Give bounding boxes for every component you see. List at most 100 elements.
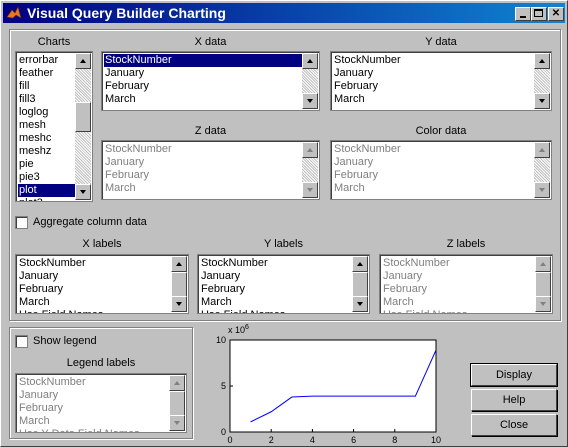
z-data-item[interactable]: January <box>104 156 302 169</box>
x-data-item[interactable]: February <box>104 80 302 93</box>
x-labels-listbox[interactable]: StockNumberJanuaryFebruaryMarchUse Field… <box>15 254 189 314</box>
y-labels-item[interactable]: March <box>200 296 352 309</box>
chart-type-item[interactable]: meshc <box>18 132 75 145</box>
chart-type-item[interactable]: mesh <box>18 119 75 132</box>
chart-type-item[interactable]: plot3 <box>18 197 75 201</box>
color-data-label: Color data <box>415 125 467 137</box>
x-data-scrollbar[interactable] <box>302 53 318 109</box>
y-labels-listbox[interactable]: StockNumberJanuaryFebruaryMarchUse Field… <box>197 254 370 314</box>
y-labels-item[interactable]: February <box>200 283 352 296</box>
preview-chart: 0510 0 2 4 6 8 10 x 106 <box>216 324 441 443</box>
color-data-item[interactable]: February <box>333 169 534 182</box>
y-data-listbox[interactable]: StockNumber January February March <box>330 51 552 111</box>
charts-scrollbar[interactable] <box>75 53 91 200</box>
z-labels-item[interactable]: January <box>382 270 535 283</box>
scroll-up-button[interactable] <box>75 53 91 69</box>
z-labels-item[interactable]: Use Field Names <box>382 309 535 313</box>
maximize-button[interactable] <box>531 7 547 21</box>
plot-area <box>229 339 437 433</box>
z-data-item[interactable]: February <box>104 169 302 182</box>
y-data-item[interactable]: February <box>333 80 534 93</box>
chart-type-item[interactable]: loglog <box>18 106 75 119</box>
scroll-down-button <box>534 182 550 198</box>
legend-labels-item[interactable]: Use Y Data Field Names <box>18 428 169 432</box>
show-legend-label: Show legend <box>33 335 97 347</box>
scroll-up-button <box>302 142 318 158</box>
x-data-item[interactable]: January <box>104 67 302 80</box>
z-data-item[interactable]: StockNumber <box>104 143 302 156</box>
chart-type-item[interactable]: meshz <box>18 145 75 158</box>
chart-type-item[interactable]: fill3 <box>18 93 75 106</box>
scroll-up-button[interactable] <box>352 256 368 272</box>
legend-labels-item[interactable]: StockNumber <box>18 376 169 389</box>
arrow-down-icon <box>307 99 313 103</box>
chart-type-item[interactable]: plot <box>18 184 75 197</box>
chart-type-item[interactable]: pie <box>18 158 75 171</box>
chart-type-item[interactable]: feather <box>18 67 75 80</box>
scroll-up-button[interactable] <box>302 53 318 69</box>
z-labels-item[interactable]: March <box>382 296 535 309</box>
x-labels-item[interactable]: February <box>18 283 171 296</box>
close-icon: ✕ <box>551 8 561 19</box>
y-labels-item[interactable]: January <box>200 270 352 283</box>
z-labels-item[interactable]: StockNumber <box>382 257 535 270</box>
scroll-up-button <box>169 375 185 391</box>
x-data-item[interactable]: March <box>104 93 302 106</box>
scroll-up-button[interactable] <box>171 256 187 272</box>
help-button[interactable]: Help <box>471 389 557 411</box>
color-data-item[interactable]: March <box>333 182 534 195</box>
chart-type-item[interactable]: fill <box>18 80 75 93</box>
arrow-up-icon <box>540 262 546 266</box>
charts-listbox[interactable]: errorbar feather fill fill3 loglog mesh meshc m… <box>15 51 93 202</box>
minimize-button[interactable] <box>515 7 531 21</box>
scroll-down-button <box>302 182 318 198</box>
arrow-up-icon <box>307 148 313 152</box>
y-data-item[interactable]: StockNumber <box>333 54 534 67</box>
color-data-item[interactable]: January <box>333 156 534 169</box>
scroll-down-button[interactable] <box>534 93 550 109</box>
display-button[interactable]: Display <box>470 363 558 387</box>
x-data-listbox[interactable]: StockNumber January February March <box>101 51 320 111</box>
scroll-thumb[interactable] <box>171 272 187 298</box>
x-labels-item[interactable]: StockNumber <box>18 257 171 270</box>
y-data-item[interactable]: March <box>333 93 534 106</box>
legend-labels-item[interactable]: March <box>18 415 169 428</box>
y-data-item[interactable]: January <box>333 67 534 80</box>
close-button[interactable]: Close <box>471 414 557 436</box>
x-labels-label: X labels <box>82 238 122 250</box>
x-data-item[interactable]: StockNumber <box>104 54 302 67</box>
z-labels-item[interactable]: February <box>382 283 535 296</box>
close-window-button[interactable]: ✕ <box>548 7 564 21</box>
chart-type-item[interactable]: errorbar <box>18 54 75 67</box>
arrow-up-icon <box>539 148 545 152</box>
x-labels-scrollbar[interactable] <box>171 256 187 312</box>
scroll-down-button[interactable] <box>352 296 368 312</box>
scroll-down-button[interactable] <box>171 296 187 312</box>
color-data-item[interactable]: StockNumber <box>333 143 534 156</box>
legend-labels-item[interactable]: January <box>18 389 169 402</box>
scroll-down-button <box>169 415 185 431</box>
arrow-down-icon <box>357 302 363 306</box>
x-tick-label: 6 <box>351 435 356 443</box>
y-multiplier-label: x 106 <box>228 324 249 335</box>
scroll-down-button[interactable] <box>75 184 91 200</box>
title-bar: Visual Query Builder Charting ✕ <box>3 3 565 23</box>
scroll-thumb[interactable] <box>75 102 91 132</box>
x-labels-item[interactable]: January <box>18 270 171 283</box>
y-labels-item[interactable]: Use Field Names <box>200 309 352 313</box>
query-builder-window: Visual Query Builder Charting ✕ Charts e… <box>0 0 568 447</box>
x-labels-item[interactable]: Use Field Names <box>18 309 171 313</box>
color-data-scrollbar <box>534 142 550 198</box>
scroll-thumb[interactable] <box>352 272 368 298</box>
x-labels-item[interactable]: March <box>18 296 171 309</box>
y-labels-scrollbar[interactable] <box>352 256 368 312</box>
chart-type-item[interactable]: pie3 <box>18 171 75 184</box>
aggregate-checkbox[interactable] <box>15 216 28 229</box>
z-data-item[interactable]: March <box>104 182 302 195</box>
scroll-up-button[interactable] <box>534 53 550 69</box>
y-data-scrollbar[interactable] <box>534 53 550 109</box>
y-labels-item[interactable]: StockNumber <box>200 257 352 270</box>
scroll-down-button[interactable] <box>302 93 318 109</box>
show-legend-checkbox[interactable] <box>15 335 28 348</box>
legend-labels-item[interactable]: February <box>18 402 169 415</box>
